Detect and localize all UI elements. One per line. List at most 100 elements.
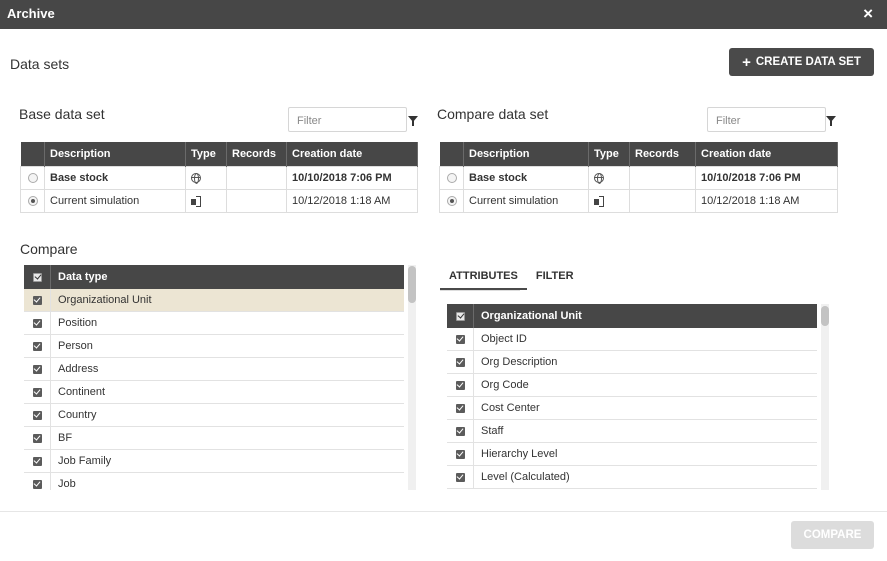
globe-icon	[594, 172, 604, 184]
radio-button[interactable]	[446, 172, 457, 183]
list-item[interactable]: BF	[24, 427, 404, 450]
compare-button[interactable]: COMPARE	[791, 521, 874, 549]
column-header: Type	[185, 142, 227, 166]
tab-filter[interactable]: FILTER	[527, 266, 583, 290]
records-cell	[629, 188, 696, 213]
list-item-label: Address	[58, 363, 99, 375]
list-item-label: Job	[58, 478, 76, 490]
checkbox[interactable]	[455, 449, 465, 459]
column-header: Type	[588, 142, 630, 166]
checkbox[interactable]	[455, 380, 465, 390]
table-row[interactable]: Current simulation 10/12/2018 1:18 AM	[20, 188, 418, 213]
radio-button[interactable]	[27, 172, 38, 183]
base-data-set-table: Description Type Records Creation date B…	[20, 142, 418, 213]
create-data-set-label: CREATE DATA SET	[755, 56, 861, 68]
list-item[interactable]: Hierarchy Level	[447, 443, 817, 466]
table-row[interactable]: Base stock 10/10/2018 7:06 PM	[439, 165, 838, 190]
list-item[interactable]: Cost Center	[447, 397, 817, 420]
radio-button-selected[interactable]	[27, 195, 38, 206]
globe-icon	[191, 172, 201, 184]
list-item[interactable]: Org Description	[447, 351, 817, 374]
table-row[interactable]: Current simulation 10/12/2018 1:18 AM	[439, 188, 838, 213]
compare-data-set-heading: Compare data set	[437, 106, 549, 122]
list-item[interactable]: Job Family	[24, 450, 404, 473]
column-header: Records	[226, 142, 287, 166]
list-item[interactable]: Continent	[24, 381, 404, 404]
checkbox[interactable]	[455, 403, 465, 413]
data-type-scrollbar-thumb[interactable]	[408, 266, 416, 303]
checkbox[interactable]	[32, 387, 42, 397]
list-item-label: Job Family	[58, 455, 112, 467]
checkbox[interactable]	[455, 472, 465, 482]
attribute-list: Organizational Unit Object ID Org Descri…	[447, 304, 817, 490]
list-item-label: BF	[58, 432, 73, 444]
simulation-icon	[594, 195, 604, 207]
base-filter-funnel-icon[interactable]	[408, 116, 418, 126]
table-row[interactable]: Base stock 10/10/2018 7:06 PM	[20, 165, 418, 190]
list-item[interactable]: Org Code	[447, 374, 817, 397]
list-item-label: Hierarchy Level	[481, 448, 558, 460]
tab-attributes[interactable]: ATTRIBUTES	[440, 266, 527, 290]
records-cell	[629, 165, 696, 190]
list-item-label: Org Description	[481, 356, 558, 368]
select-column-header	[439, 142, 464, 166]
table-header-row: Description Type Records Creation date	[439, 142, 838, 166]
list-item-label: Organizational Unit	[58, 294, 152, 306]
list-item[interactable]: Job	[24, 473, 404, 490]
attribute-scrollbar-thumb[interactable]	[821, 306, 829, 326]
column-header: Records	[629, 142, 696, 166]
checkbox[interactable]	[32, 318, 42, 328]
window-title: Archive	[7, 6, 55, 21]
list-item[interactable]: Staff	[447, 420, 817, 443]
plus-icon: +	[742, 53, 751, 71]
attribute-header-label: Organizational Unit	[481, 310, 582, 322]
checkbox[interactable]	[455, 426, 465, 436]
column-header: Creation date	[286, 142, 418, 166]
checkbox[interactable]	[32, 295, 42, 305]
checkbox[interactable]	[32, 479, 42, 489]
list-item[interactable]: Country	[24, 404, 404, 427]
title-bar: Archive ×	[0, 0, 887, 29]
records-cell	[226, 188, 287, 213]
checkbox[interactable]	[455, 334, 465, 344]
select-all-attributes-checkbox[interactable]	[455, 311, 465, 321]
radio-button-selected[interactable]	[446, 195, 457, 206]
date-cell: 10/10/2018 7:06 PM	[286, 165, 418, 190]
list-item-label: Object ID	[481, 333, 527, 345]
compare-filter-funnel-icon[interactable]	[826, 116, 836, 126]
compare-heading: Compare	[20, 241, 78, 257]
column-header: Creation date	[695, 142, 838, 166]
attribute-list-header: Organizational Unit	[447, 304, 817, 328]
list-item[interactable]: Level (Calculated)	[447, 466, 817, 489]
create-data-set-button[interactable]: + CREATE DATA SET	[729, 48, 874, 76]
column-header: Description	[463, 142, 589, 166]
checkbox[interactable]	[32, 410, 42, 420]
list-item-label: Cost Center	[481, 402, 540, 414]
description-cell: Base stock	[44, 165, 186, 190]
checkbox[interactable]	[32, 364, 42, 374]
checkbox[interactable]	[32, 433, 42, 443]
compare-filter-input[interactable]: Filter	[707, 107, 826, 132]
checkbox[interactable]	[455, 357, 465, 367]
tab-divider	[440, 290, 520, 291]
list-item-label: Org Code	[481, 379, 529, 391]
footer-divider	[0, 511, 887, 512]
list-item[interactable]: Position	[24, 312, 404, 335]
description-cell: Current simulation	[463, 188, 589, 213]
list-item[interactable]: Address	[24, 358, 404, 381]
list-item[interactable]: Organizational Unit	[24, 289, 404, 312]
date-cell: 10/10/2018 7:06 PM	[695, 165, 838, 190]
column-header: Description	[44, 142, 186, 166]
close-icon[interactable]: ×	[863, 4, 873, 24]
checkbox[interactable]	[32, 341, 42, 351]
data-type-list-header: Data type	[24, 265, 404, 289]
select-column-header	[20, 142, 45, 166]
attribute-tabs: ATTRIBUTES FILTER	[440, 266, 583, 290]
checkbox[interactable]	[32, 456, 42, 466]
records-cell	[226, 165, 287, 190]
attribute-scrollbar[interactable]	[821, 304, 829, 490]
list-item[interactable]: Person	[24, 335, 404, 358]
list-item[interactable]: Object ID	[447, 328, 817, 351]
base-filter-input[interactable]: Filter	[288, 107, 407, 132]
select-all-checkbox[interactable]	[32, 272, 42, 282]
